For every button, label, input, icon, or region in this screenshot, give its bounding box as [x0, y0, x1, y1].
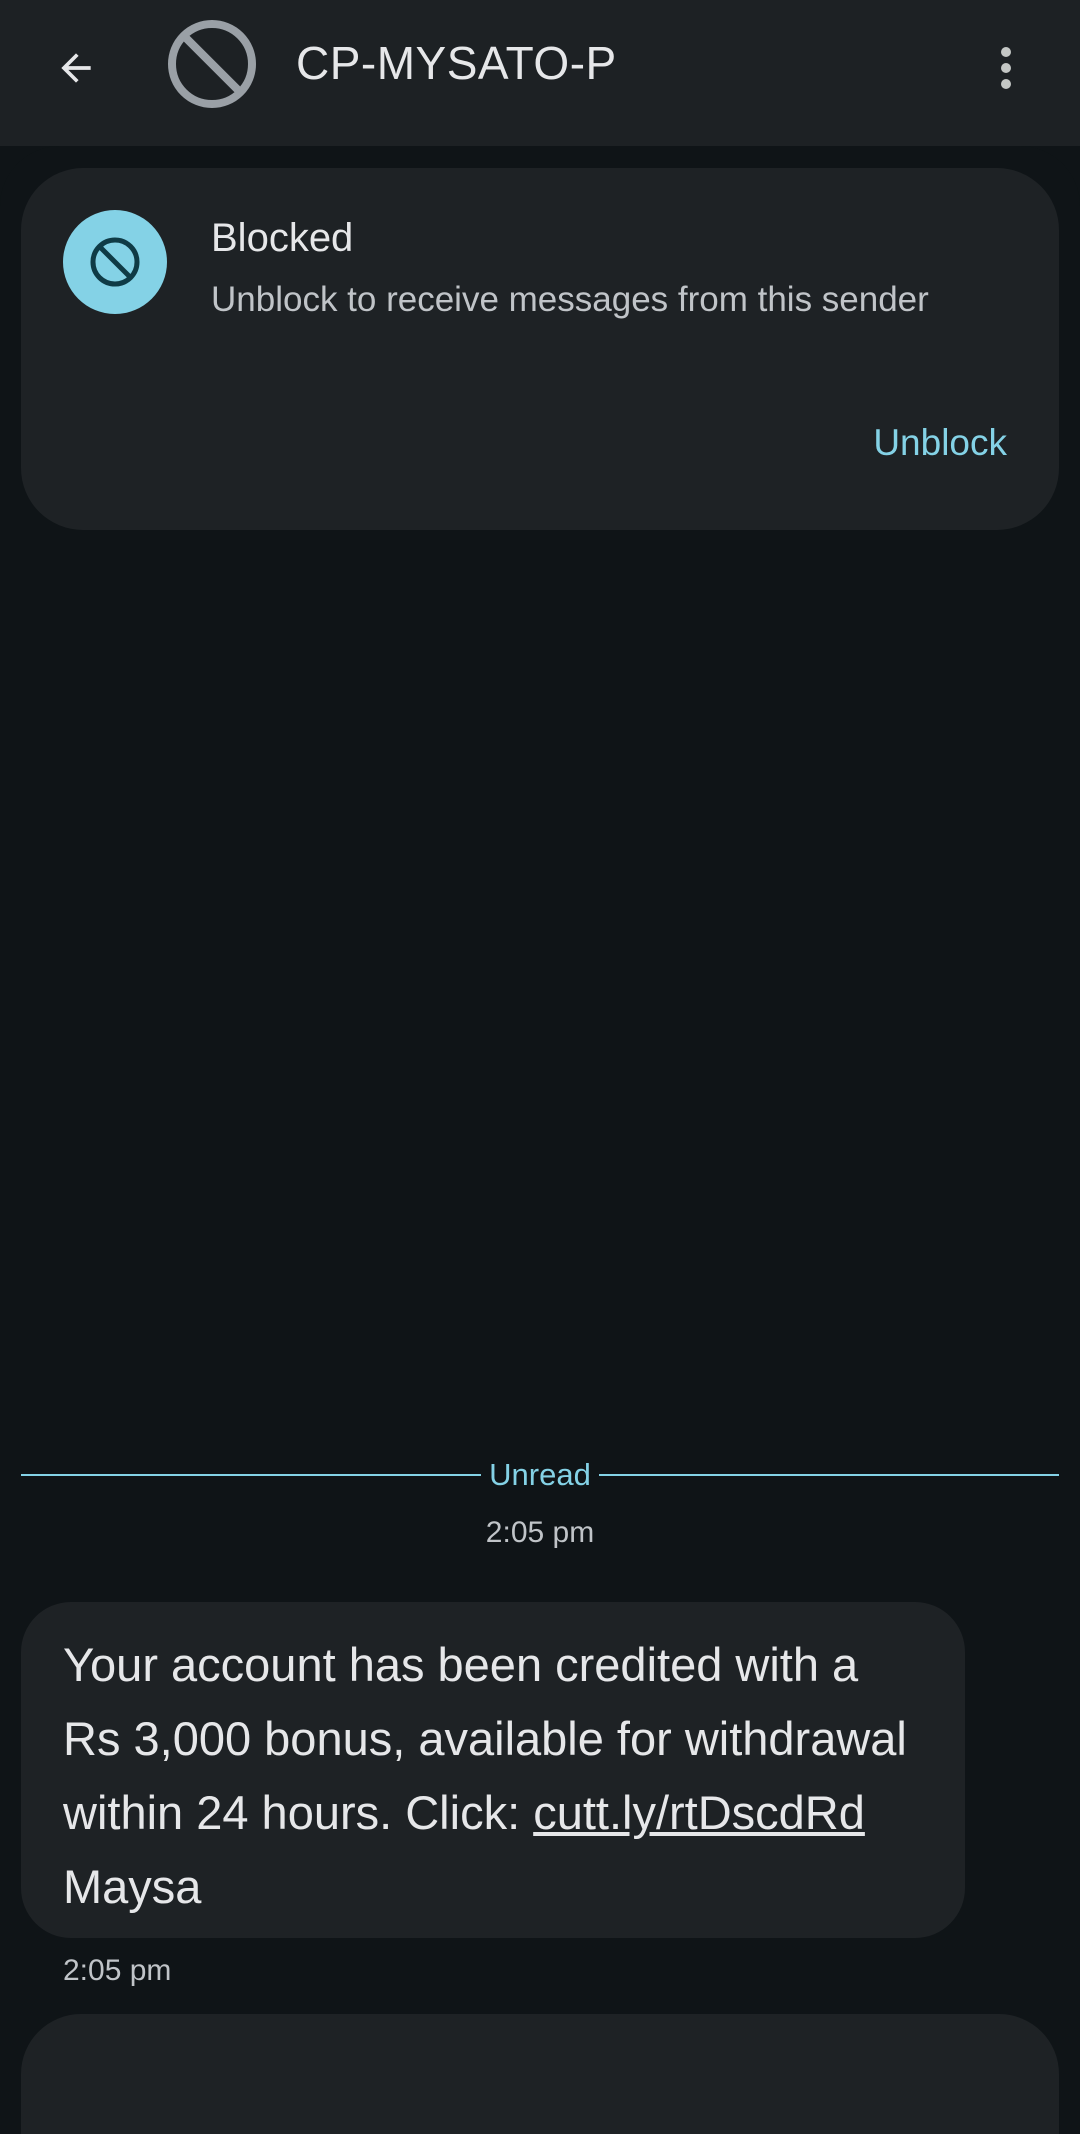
blocked-subtitle: Unblock to receive messages from this se… [211, 280, 929, 319]
back-button[interactable] [36, 28, 116, 108]
top-app-bar: CP-MYSATO-P [0, 0, 1080, 146]
blocked-avatar-icon[interactable] [166, 18, 258, 110]
unread-divider: Unread [21, 1455, 1059, 1495]
next-message-bubble[interactable] [21, 2014, 1059, 2134]
message-link[interactable]: cutt.ly/rtDscdRd [533, 1786, 865, 1839]
more-options-button[interactable] [966, 28, 1046, 108]
block-icon [63, 210, 167, 314]
blocked-banner: Blocked Unblock to receive messages from… [21, 168, 1059, 530]
message-group-timestamp: 2:05 pm [485, 1516, 595, 1549]
message-text-suffix: Maysa [63, 1860, 202, 1913]
arrow-back-icon [61, 53, 91, 83]
unread-label: Unread [489, 1457, 591, 1492]
divider-line-left [21, 1474, 482, 1476]
message-time: 2:05 pm [63, 1954, 172, 1987]
unblock-button[interactable]: Unblock [873, 422, 1007, 464]
divider-line-right [598, 1474, 1059, 1476]
more-vert-icon [1001, 47, 1011, 89]
message-bubble[interactable]: Your account has been credited with a Rs… [21, 1602, 965, 1938]
blocked-title: Blocked [211, 216, 354, 260]
conversation-title: CP-MYSATO-P [296, 37, 617, 89]
